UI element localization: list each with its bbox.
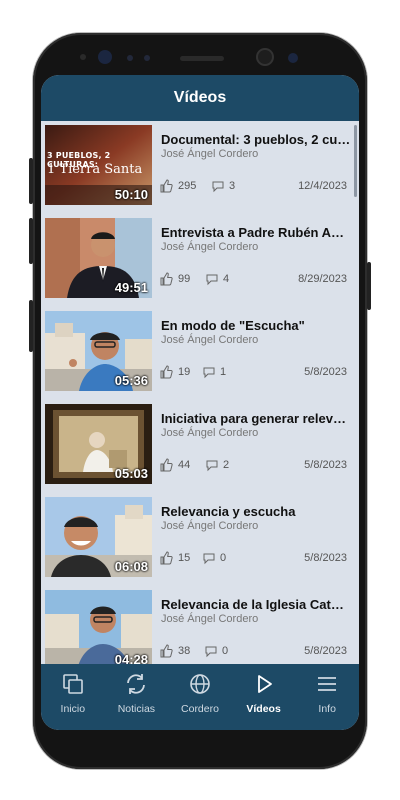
front-camera (258, 50, 272, 64)
video-thumbnail[interactable]: 04:28 (45, 590, 152, 664)
thumbs-up-icon (160, 551, 173, 565)
video-title[interactable]: Relevancia de la Iglesia Católica (161, 597, 351, 612)
video-author: José Ángel Cordero (161, 427, 259, 439)
comments-count: 4 (223, 273, 230, 285)
likes-count: 44 (178, 459, 191, 471)
tab-videos[interactable]: Vídeos (232, 664, 296, 730)
video-list-item[interactable]: 05:36 En modo de "Escucha" José Ángel Co… (41, 307, 359, 400)
sensor-dot (144, 55, 150, 61)
menu-icon (318, 677, 337, 691)
comment-icon (203, 553, 215, 565)
tab-label: Vídeos (246, 703, 281, 715)
bixby-button (29, 300, 33, 352)
tab-label: Inicio (60, 703, 86, 715)
video-title[interactable]: En modo de "Escucha" (161, 318, 351, 333)
likes-count: 19 (178, 366, 191, 378)
likes-count: 295 (178, 180, 197, 192)
iris-scanner (98, 50, 112, 64)
video-date: 5/8/2023 (304, 552, 347, 564)
video-duration: 05:03 (114, 466, 148, 481)
video-author: José Ángel Cordero (161, 241, 259, 253)
volume-up-button (29, 158, 33, 204)
tab-noticias[interactable]: Noticias (105, 664, 169, 730)
video-meta: 44 2 5/8/2023 (159, 458, 347, 472)
video-list-item[interactable]: 49:51 Entrevista a Padre Rubén Antonio G… (41, 214, 359, 307)
tab-info[interactable]: Info (295, 664, 359, 730)
video-thumbnail[interactable]: 3 PUEBLOS, 2 CULTURAS: 1 Tierra Santa 50… (45, 125, 152, 205)
video-thumbnail[interactable]: 05:36 (45, 311, 152, 391)
comment-icon (206, 274, 218, 286)
tab-cordero[interactable]: Cordero (168, 664, 232, 730)
video-date: 5/8/2023 (304, 459, 347, 471)
thumbs-up-icon (160, 365, 173, 379)
video-author: José Ángel Cordero (161, 148, 259, 160)
copy-icon (62, 674, 83, 694)
comments-count: 3 (229, 180, 236, 192)
video-title[interactable]: Documental: 3 pueblos, 2 culturas: 1 Tie… (161, 132, 351, 147)
page-title: Vídeos (173, 89, 227, 106)
comments-count: 0 (220, 552, 227, 564)
bottom-tab-bar: Inicio Noticias Cordero Vídeos Info (41, 664, 359, 730)
app-screen: Vídeos 3 PUEBLOS, 2 CULTURAS: 1 Tierra S… (41, 75, 359, 730)
video-list-item[interactable]: 04:28 Relevancia de la Iglesia Católica … (41, 586, 359, 664)
video-meta: 19 1 5/8/2023 (159, 365, 347, 379)
comment-icon (203, 367, 215, 379)
video-duration: 05:36 (114, 373, 148, 388)
tab-label: Cordero (181, 703, 219, 715)
comment-icon (205, 646, 217, 658)
video-list-item[interactable]: 3 PUEBLOS, 2 CULTURAS: 1 Tierra Santa 50… (41, 121, 359, 214)
thumbs-up-icon (160, 644, 173, 658)
video-duration: 50:10 (114, 187, 148, 202)
thumbs-up-icon (160, 272, 173, 286)
thumbs-up-icon (160, 458, 173, 472)
refresh-icon (127, 674, 146, 694)
globe-icon (190, 674, 210, 694)
video-duration: 49:51 (114, 280, 148, 295)
thumbnail-caption: 1 Tierra Santa (47, 162, 143, 177)
video-meta: 295 3 12/4/2023 (159, 179, 347, 193)
video-author: José Ángel Cordero (161, 520, 259, 532)
video-list[interactable]: 3 PUEBLOS, 2 CULTURAS: 1 Tierra Santa 50… (41, 121, 359, 664)
tab-inicio[interactable]: Inicio (41, 664, 105, 730)
comments-count: 1 (220, 366, 227, 378)
play-icon (257, 675, 272, 693)
comments-count: 2 (223, 459, 230, 471)
video-duration: 06:08 (114, 559, 148, 574)
tab-label: Noticias (117, 703, 156, 715)
likes-count: 15 (178, 552, 191, 564)
thumbs-up-icon (160, 179, 173, 193)
video-thumbnail[interactable]: 49:51 (45, 218, 152, 298)
video-list-item[interactable]: 05:03 Iniciativa para generar relevancia… (41, 400, 359, 493)
earpiece-speaker (180, 56, 224, 61)
video-author: José Ángel Cordero (161, 334, 259, 346)
video-date: 12/4/2023 (298, 180, 347, 192)
sensor-dot (80, 54, 86, 60)
volume-down-button (29, 218, 33, 264)
video-list-item[interactable]: 06:08 Relevancia y escucha José Ángel Co… (41, 493, 359, 586)
tab-label: Info (318, 703, 336, 715)
sensor-dot (288, 53, 298, 63)
power-button (367, 262, 371, 310)
video-meta: 38 0 5/8/2023 (159, 644, 347, 658)
sensor-dot (127, 55, 133, 61)
video-date: 5/8/2023 (304, 366, 347, 378)
video-author: José Ángel Cordero (161, 613, 259, 625)
comment-icon (212, 181, 224, 193)
video-thumbnail[interactable]: 05:03 (45, 404, 152, 484)
video-meta: 99 4 8/29/2023 (159, 272, 347, 286)
video-date: 5/8/2023 (304, 645, 347, 657)
app-header: Vídeos (41, 75, 359, 121)
video-title[interactable]: Iniciativa para generar relevancia (161, 411, 351, 426)
video-title[interactable]: Entrevista a Padre Rubén Antonio Gonzále… (161, 225, 351, 240)
video-title[interactable]: Relevancia y escucha (161, 504, 351, 519)
likes-count: 99 (178, 273, 191, 285)
comment-icon (206, 460, 218, 472)
comments-count: 0 (222, 645, 229, 657)
video-date: 8/29/2023 (298, 273, 347, 285)
video-meta: 15 0 5/8/2023 (159, 551, 347, 565)
video-duration: 04:28 (114, 652, 148, 664)
video-thumbnail[interactable]: 06:08 (45, 497, 152, 577)
likes-count: 38 (178, 645, 191, 657)
